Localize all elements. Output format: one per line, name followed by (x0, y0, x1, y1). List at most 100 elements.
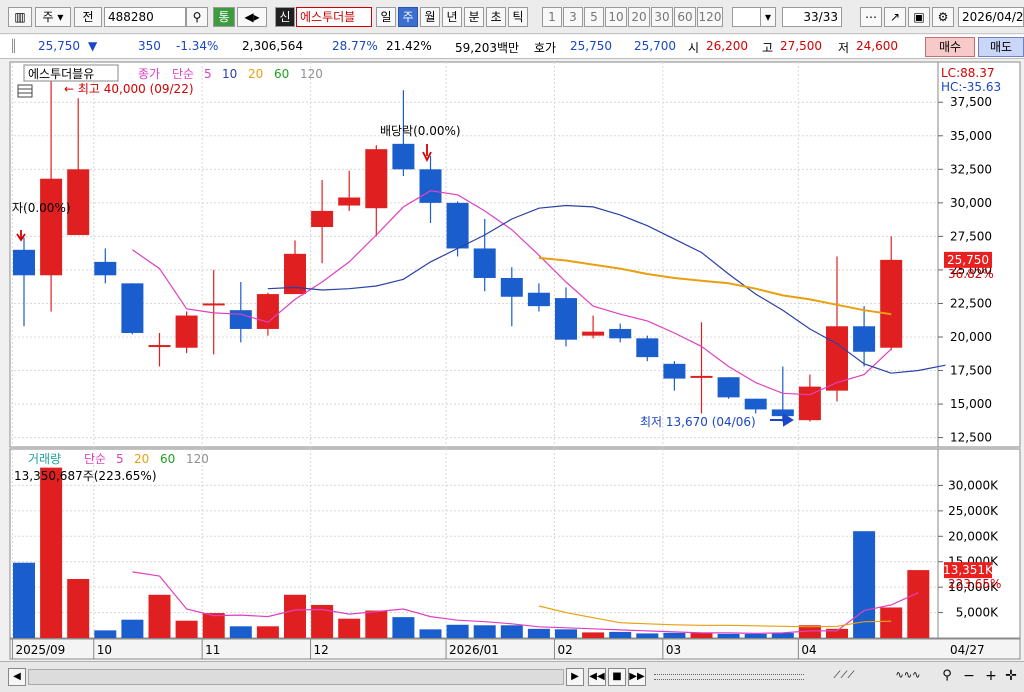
interval-tab-1[interactable]: 1 (542, 7, 562, 27)
down-arrow-icon: ▼ (88, 39, 98, 53)
candle-body (202, 303, 225, 306)
volume-bar (473, 625, 496, 638)
volume-bar (771, 632, 794, 638)
candle-body (311, 210, 334, 227)
period-tab-0[interactable]: 일 (376, 7, 396, 27)
draw-tool-icon[interactable]: ↗ (884, 7, 906, 27)
candle-body (826, 326, 848, 391)
candle-body (663, 363, 686, 379)
current-price: 25,750 (38, 39, 80, 53)
date-tick-label: 2025/09 (15, 643, 65, 657)
last-date-label: 04/27 (950, 643, 985, 657)
candle-body (121, 283, 144, 333)
price-tick-label: 37,500 (950, 95, 992, 109)
price-tick-label: 32,500 (950, 162, 992, 176)
interval-dropdown-icon[interactable]: ▾ (760, 7, 776, 27)
search-icon[interactable]: ⚲ (186, 7, 208, 27)
volume-tick-label: 30,000K (948, 478, 999, 492)
candle-body (771, 409, 794, 417)
legend-ma-period: 5 (204, 67, 212, 81)
bid-price: 25,700 (634, 39, 676, 53)
turnover-ratio: 21.42% (386, 39, 432, 53)
date-axis (9, 638, 1021, 660)
interval-tab-20[interactable]: 20 (628, 7, 650, 27)
candle-body (419, 169, 442, 203)
volume-bar (175, 620, 198, 638)
candle-body (555, 298, 577, 340)
interval-tab-3[interactable]: 3 (563, 7, 583, 27)
period-tab-4[interactable]: 분 (464, 7, 484, 27)
sell-button[interactable]: 매도 (978, 37, 1024, 57)
scroll-track[interactable] (28, 669, 564, 685)
legend-ma-label: 단순 (172, 67, 194, 81)
period-tab-2[interactable]: 월 (420, 7, 440, 27)
candle-body (717, 377, 740, 398)
volume-bar (419, 629, 442, 638)
date-tick-label: 10 (97, 643, 112, 657)
zoom-out-icon[interactable]: − (960, 668, 978, 686)
interval-tab-30[interactable]: 30 (651, 7, 673, 27)
volume-bar (202, 613, 225, 638)
market-label: 주 (42, 10, 54, 24)
zoom-search-icon[interactable]: ⚲ (938, 668, 956, 686)
volume-bar (907, 570, 930, 638)
volume-bar (582, 632, 605, 638)
candle-body (175, 315, 198, 348)
stop-icon[interactable]: ■ (608, 668, 626, 686)
tong-button[interactable]: 통 (213, 7, 235, 27)
period-tab-6[interactable]: 틱 (508, 7, 528, 27)
scroll-right-icon[interactable]: ▶ (566, 668, 584, 686)
volume-legend-ma-label: 단순 (84, 452, 106, 466)
fast-forward-icon[interactable]: ▶▶ (628, 668, 646, 686)
volume-bar (690, 632, 713, 638)
indicator-tools-icon[interactable]: ∿∿∿ (880, 668, 936, 686)
period-tab-5[interactable]: 초 (486, 7, 506, 27)
interval-tab-5[interactable]: 5 (584, 7, 604, 27)
date-input[interactable]: 2026/04/2 (958, 7, 1024, 27)
chart-menu-icon[interactable]: ▥ (8, 7, 32, 27)
volume-bar (555, 629, 577, 638)
candle-body (446, 202, 469, 249)
scroll-left-icon[interactable]: ◀ (8, 668, 26, 686)
legend-close-label: 종가 (138, 67, 160, 81)
volume-bar (446, 624, 469, 638)
date-tick-label: 11 (205, 643, 220, 657)
price-tick-label: 35,000 (950, 129, 992, 143)
crosshair-icon[interactable]: ✛ (1002, 668, 1020, 686)
volume-bar (392, 617, 415, 638)
market-select[interactable]: 주 ▾ (35, 7, 71, 27)
candle-body (744, 398, 767, 410)
save-icon[interactable]: ▣ (908, 7, 930, 27)
volume-bar (256, 626, 279, 638)
candle-body (365, 149, 388, 209)
candle-body (527, 292, 550, 307)
settings-gear-icon[interactable]: ⚙ (932, 7, 954, 27)
zoom-slider[interactable] (654, 674, 804, 680)
chart-scrollbar: ◀ ▶ ◀◀ ■ ▶▶ ⟋⟋⟋ ∿∿∿ ⚲ − + ✛ (0, 661, 1024, 692)
sound-icon[interactable]: ◀▸ (237, 7, 267, 27)
period-tab-1[interactable]: 주 (398, 7, 418, 27)
stock-chart[interactable]: 2025/09 10 11 12 2026/01 02 03 04 04/27 37,500 35… (0, 60, 1024, 660)
buy-button[interactable]: 매수 (925, 37, 975, 57)
volume-bar (40, 467, 63, 638)
code-value: 488280 (108, 10, 154, 24)
dividend-annotation: 배당락(0.00%) (380, 124, 461, 138)
sin-button[interactable]: 신 (275, 7, 295, 27)
grid-icon[interactable]: ⋯ (860, 7, 882, 27)
price-change: 350 (138, 39, 161, 53)
volume-bar (636, 633, 659, 638)
candle-body (338, 197, 361, 206)
interval-tab-10[interactable]: 10 (605, 7, 627, 27)
zoom-in-icon[interactable]: + (982, 668, 1000, 686)
current-volume-value: 13,351K (943, 563, 994, 577)
period-tab-3[interactable]: 년 (442, 7, 462, 27)
candle-body (256, 294, 279, 329)
drawing-tools-icon[interactable]: ⟋⟋⟋ (814, 668, 874, 686)
volume-bar (365, 610, 388, 638)
code-input[interactable]: 488280 (104, 7, 186, 27)
volume-bar (527, 628, 550, 638)
interval-tab-60[interactable]: 60 (674, 7, 696, 27)
rewind-icon[interactable]: ◀◀ (588, 668, 606, 686)
interval-tab-120[interactable]: 120 (697, 7, 723, 27)
period-select[interactable]: 전 (74, 7, 102, 27)
